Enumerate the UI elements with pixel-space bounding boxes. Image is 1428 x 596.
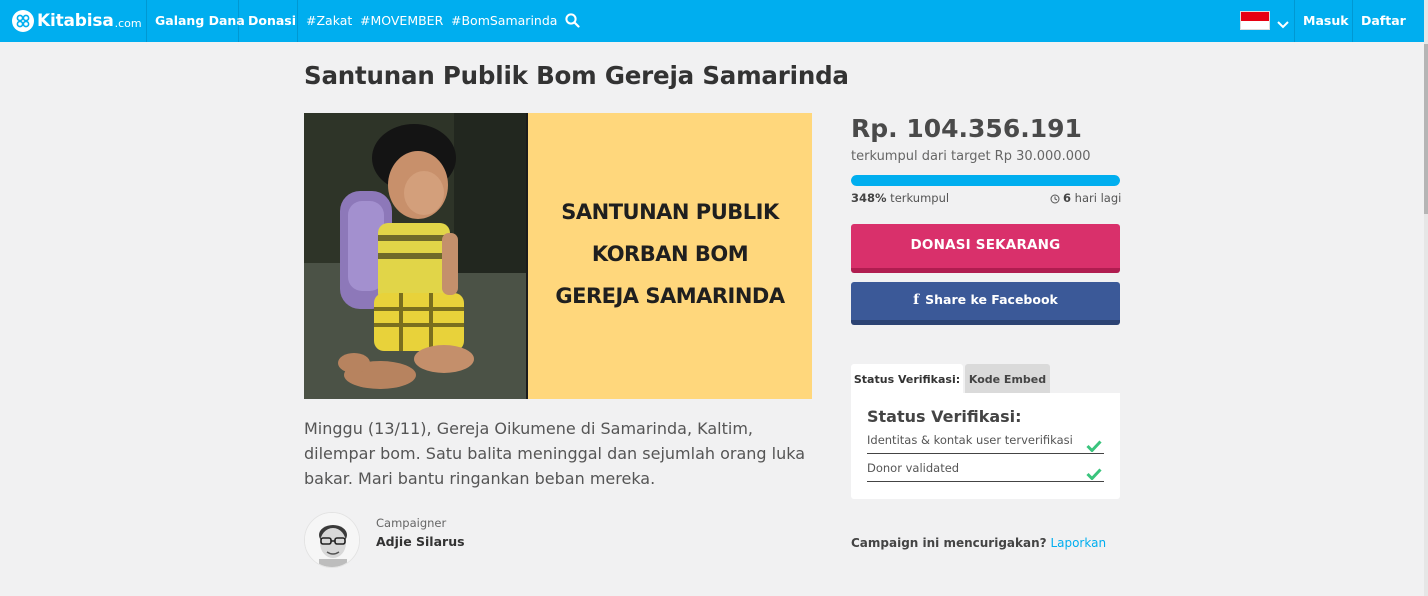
nav-divider: [297, 0, 298, 42]
campaigner-label: Campaigner: [376, 516, 447, 530]
scrollbar-thumb[interactable]: [1424, 44, 1428, 214]
target-text: terkumpul dari target Rp 30.000.000: [851, 149, 1091, 164]
report-question: Campaign ini mencurigakan?: [851, 536, 1047, 550]
days-suffix: hari lagi: [1071, 191, 1122, 205]
verification-row: Donor validated: [867, 454, 1104, 482]
nav-item-donasi[interactable]: Donasi: [248, 0, 296, 42]
logo-text: Kitabisa: [37, 11, 114, 31]
campaign-title: Santunan Publik Bom Gereja Samarinda: [304, 61, 849, 90]
donate-button[interactable]: DONASI SEKARANG: [851, 224, 1120, 273]
campaign-image: SANTUNAN PUBLIK KORBAN BOM GEREJA SAMARI…: [304, 113, 812, 399]
logo-domain: .com: [114, 16, 142, 30]
login-link[interactable]: Masuk: [1303, 0, 1349, 42]
page-scrollbar[interactable]: [1424, 0, 1428, 596]
clock-icon: [1050, 194, 1060, 204]
nav-divider: [1352, 0, 1353, 42]
campaign-description: Minggu (13/11), Gereja Oikumene di Samar…: [304, 419, 806, 488]
nav-item-galang-dana[interactable]: Galang Dana: [155, 0, 245, 42]
percent-suffix: terkumpul: [886, 191, 950, 205]
funding-progress-bar: [851, 175, 1120, 186]
percent-collected: 348% terkumpul: [851, 191, 949, 205]
verification-panel: Status Verifikasi: Identitas & kontak us…: [851, 393, 1120, 499]
chevron-down-icon[interactable]: [1277, 15, 1289, 34]
image-caption-line: GEREJA SAMARINDA: [555, 284, 785, 308]
verification-row-label: Donor validated: [867, 461, 960, 475]
share-facebook-button[interactable]: f Share ke Facebook: [851, 282, 1120, 325]
tab-status-verifikasi[interactable]: Status Verifikasi:: [851, 364, 963, 394]
nav-item-movember[interactable]: #MOVEMBER: [360, 0, 443, 42]
tab-kode-embed[interactable]: Kode Embed: [965, 364, 1050, 393]
register-link[interactable]: Daftar: [1361, 0, 1406, 42]
nav-divider: [1294, 0, 1295, 42]
report-link[interactable]: Laporkan: [1050, 536, 1106, 550]
report-campaign: Campaign ini mencurigakan? Laporkan: [851, 536, 1106, 550]
logo-icon: [12, 10, 34, 32]
child-photo: [304, 113, 526, 399]
nav-item-bomsamarinda[interactable]: #BomSamarinda: [451, 0, 557, 42]
verification-row: Identitas & kontak user terverifikasi: [867, 426, 1104, 454]
amount-collected: Rp. 104.356.191: [851, 114, 1082, 143]
progress-fill: [851, 175, 1120, 186]
image-caption-panel: SANTUNAN PUBLIK KORBAN BOM GEREJA SAMARI…: [528, 113, 812, 399]
top-nav: Kitabisa .com Galang Dana Donasi #Zakat …: [0, 0, 1424, 42]
facebook-icon: f: [913, 292, 920, 308]
check-icon: [1086, 462, 1102, 490]
image-caption-line: KORBAN BOM: [591, 242, 749, 266]
nav-item-zakat[interactable]: #Zakat: [306, 0, 352, 42]
search-icon[interactable]: [565, 13, 580, 32]
days-left: 6 hari lagi: [1050, 191, 1122, 205]
verification-row-label: Identitas & kontak user terverifikasi: [867, 433, 1073, 447]
percent-value: 348%: [851, 191, 887, 205]
logo[interactable]: Kitabisa .com: [12, 9, 142, 33]
avatar[interactable]: [304, 512, 360, 568]
campaigner-name[interactable]: Adjie Silarus: [376, 534, 465, 549]
indonesia-flag-icon[interactable]: [1240, 11, 1270, 30]
nav-divider: [238, 0, 239, 42]
nav-divider: [146, 0, 147, 42]
days-value: 6: [1063, 191, 1072, 205]
share-facebook-label: Share ke Facebook: [925, 292, 1058, 307]
verification-heading: Status Verifikasi:: [867, 407, 1022, 426]
image-caption-line: SANTUNAN PUBLIK: [561, 200, 779, 224]
